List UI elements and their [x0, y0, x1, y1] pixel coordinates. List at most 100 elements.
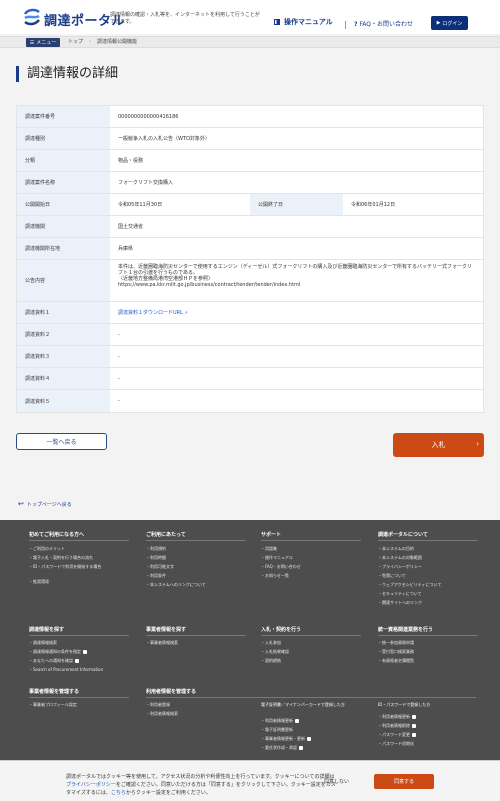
footer-link[interactable]: 本システムへのリンクについて — [146, 580, 206, 589]
footer-link[interactable]: 免責について — [378, 571, 441, 580]
footer-link[interactable]: プライバシーポリシー — [378, 562, 441, 571]
footer-link[interactable]: Search of Procurement Information — [29, 665, 103, 674]
footer-heading-usage[interactable]: ご利用にあたって — [146, 531, 186, 538]
footer-link[interactable]: セキュリティについて — [378, 589, 441, 598]
breadcrumb-current: 調達情報公開機能 — [97, 39, 138, 45]
divider — [261, 635, 361, 636]
row-label: 調達資料１ — [17, 302, 110, 323]
faq-label: FAQ・お問い合わせ — [359, 21, 414, 28]
lock-icon — [307, 737, 311, 741]
footer-link[interactable]: 利用者情報更新 — [378, 712, 416, 721]
footer-link[interactable]: 有資格者名簿閲覧 — [378, 656, 414, 665]
notice-url[interactable]: https://www.pa.kkr.mlit.go.jp/business/c… — [118, 282, 475, 288]
footer-link[interactable]: 利用時間 — [146, 553, 206, 562]
bid-button[interactable]: 入札 › — [393, 433, 484, 457]
footer-link[interactable]: パスワード変更 — [378, 730, 416, 739]
privacy-policy-link[interactable]: プライバシーポリシー — [66, 782, 116, 788]
footer-list: 統一参加資格申請 受付窓口検索業務 有資格者名簿閲覧 — [378, 638, 414, 665]
footer-link[interactable]: 調達情報検索 — [29, 638, 103, 647]
header-divider — [345, 21, 346, 29]
notice-text: 本件は、近畿圏臨海防災センターで使用するエンジン（ディーゼル）式フォークリフトの… — [118, 264, 473, 276]
back-to-top-link[interactable]: ↩ トップページへ戻る — [18, 500, 72, 508]
footer-link[interactable]: 操作マニュアル — [261, 553, 301, 562]
footer-link[interactable]: 本システムの対象範囲 — [378, 553, 441, 562]
footer-list: ご利用のメリット 電子入札・契約を行う場合の流れ ID・パスワードで利用を開始す… — [29, 544, 101, 586]
footer-list: 利用者情報更新 電子証明書更新 事業者情報更新・更新 委任状作成・承認 — [261, 716, 311, 752]
divider — [146, 635, 246, 636]
footer-heading-getting-started[interactable]: 初めてご利用になる方へ — [29, 531, 84, 538]
breadcrumb-top[interactable]: トップ — [68, 38, 83, 47]
footer-link[interactable]: 関連サイトへのリンク — [378, 598, 441, 607]
login-button[interactable]: ▶ ログイン — [431, 16, 468, 30]
manual-link[interactable]: 操作マニュアル — [273, 17, 333, 27]
footer-heading-search-procurement[interactable]: 調達情報を探す — [29, 626, 64, 633]
table-row: 調達資料２ - — [17, 324, 483, 346]
footer-link[interactable]: 電子証明書更新 — [261, 725, 311, 734]
question-icon: ? — [354, 21, 358, 28]
footer-link[interactable]: 事業者プロフィール設定 — [29, 700, 77, 709]
hamburger-icon: ☰ — [29, 39, 35, 46]
cookie-reject-button[interactable]: 同意しない — [324, 778, 349, 785]
footer-link[interactable]: 利用者登録 — [146, 700, 178, 709]
footer-link[interactable]: あなたへの通知を確認 — [29, 656, 103, 665]
row-label: 調達種別 — [17, 128, 110, 149]
table-row: 調達機関 国土交通省 — [17, 216, 483, 238]
footer-list: 利用規約 利用時間 利用可能文字 利用条件 本システムへのリンクについて — [146, 544, 206, 589]
lock-icon — [412, 733, 416, 737]
footer-link[interactable]: 委任状作成・承認 — [261, 743, 311, 752]
footer-heading-manage-business[interactable]: 事業者情報を管理する — [29, 688, 79, 695]
footer-link-label: 調達情報通知の条件を指定 — [33, 649, 81, 654]
footer-link[interactable]: 入札結果確認 — [261, 647, 289, 656]
footer-link[interactable]: お知らせ一覧 — [261, 571, 301, 580]
footer-heading-bid-contract[interactable]: 入札・契約を行う — [261, 626, 301, 633]
footer-link-label: 利用者情報削除 — [382, 723, 410, 728]
footer-heading-support[interactable]: サポート — [261, 531, 281, 538]
footer-heading-about[interactable]: 調達ポータルについて — [378, 531, 428, 538]
footer-link[interactable]: 利用条件 — [146, 571, 206, 580]
footer-link[interactable]: 利用者情報更新 — [261, 716, 311, 725]
footer-link[interactable]: 調達情報通知の条件を指定 — [29, 647, 103, 656]
footer-link[interactable]: ご利用のメリット — [29, 544, 101, 553]
document-download-link[interactable]: 調達資料１ダウンロードURL — [118, 309, 183, 316]
cookie-banner: 調達ポータルではクッキー等を使用して、アクセス状況の分析や利便性向上を行っていま… — [0, 760, 500, 801]
footer-link[interactable]: 契約締結 — [261, 656, 289, 665]
cookie-settings-link[interactable]: こちら — [111, 790, 126, 796]
faq-link[interactable]: ? FAQ・お問い合わせ — [354, 19, 413, 28]
footer-link[interactable]: 利用規約 — [146, 544, 206, 553]
logo-icon[interactable] — [22, 8, 42, 26]
footer-link[interactable]: 本システムの目的 — [378, 544, 441, 553]
login-label: ログイン — [442, 20, 463, 27]
footer-link[interactable]: 利用者情報削除 — [378, 721, 416, 730]
divider — [29, 697, 129, 698]
footer-link[interactable]: 用語集 — [261, 544, 301, 553]
footer-link[interactable]: FAQ・お問い合わせ — [261, 562, 301, 571]
footer-link[interactable]: 事業者情報更新・更新 — [261, 734, 311, 743]
footer-heading-search-business[interactable]: 事業者情報を探す — [146, 626, 186, 633]
cookie-accept-button[interactable]: 同意する — [374, 774, 434, 789]
back-to-list-button[interactable]: 一覧へ戻る — [16, 433, 107, 450]
divider — [29, 540, 129, 541]
footer-link[interactable]: 受付窓口検索業務 — [378, 647, 414, 656]
footer-link[interactable]: 電子入札・契約を行う場合の流れ — [29, 553, 101, 562]
divider — [378, 635, 478, 636]
row-value: フォークリフト交換購入 — [118, 180, 174, 186]
footer-link[interactable]: 統一参加資格申請 — [378, 638, 414, 647]
bid-label: 入札 — [431, 441, 446, 449]
row-label: 調達資料３ — [17, 346, 110, 367]
menu-button[interactable]: ☰ メニュー — [26, 38, 60, 47]
footer-heading-manage-user[interactable]: 利用者情報を管理する — [146, 688, 196, 695]
footer-link[interactable]: 推奨環境 — [29, 577, 101, 586]
footer-link[interactable]: 入札参加 — [261, 638, 289, 647]
end-date-value: 令和06年01月12日 — [351, 202, 396, 208]
footer-heading-qualification[interactable]: 統一資格関連業務を行う — [378, 626, 433, 633]
footer-link-label: 事業者情報更新・更新 — [265, 736, 305, 741]
footer-link[interactable]: ID・パスワードで利用を開始する場合 — [29, 562, 101, 571]
footer-link[interactable]: ウェブアクセシビリティについて — [378, 580, 441, 589]
footer-link[interactable]: 利用者情報検索 — [146, 709, 178, 718]
footer-link[interactable]: 利用可能文字 — [146, 562, 206, 571]
menu-label: メニュー — [36, 40, 57, 46]
footer-link[interactable]: パスワード初期化 — [378, 739, 416, 748]
footer-link[interactable]: 事業者情報検索 — [146, 638, 178, 647]
tagline: 調達情報の確認・入札等を、インターネットを利用して行うことができます。 — [110, 12, 260, 25]
main-content: 調達情報の詳細 調達案件番号 0000000000000416186 調達種別 … — [0, 48, 500, 520]
